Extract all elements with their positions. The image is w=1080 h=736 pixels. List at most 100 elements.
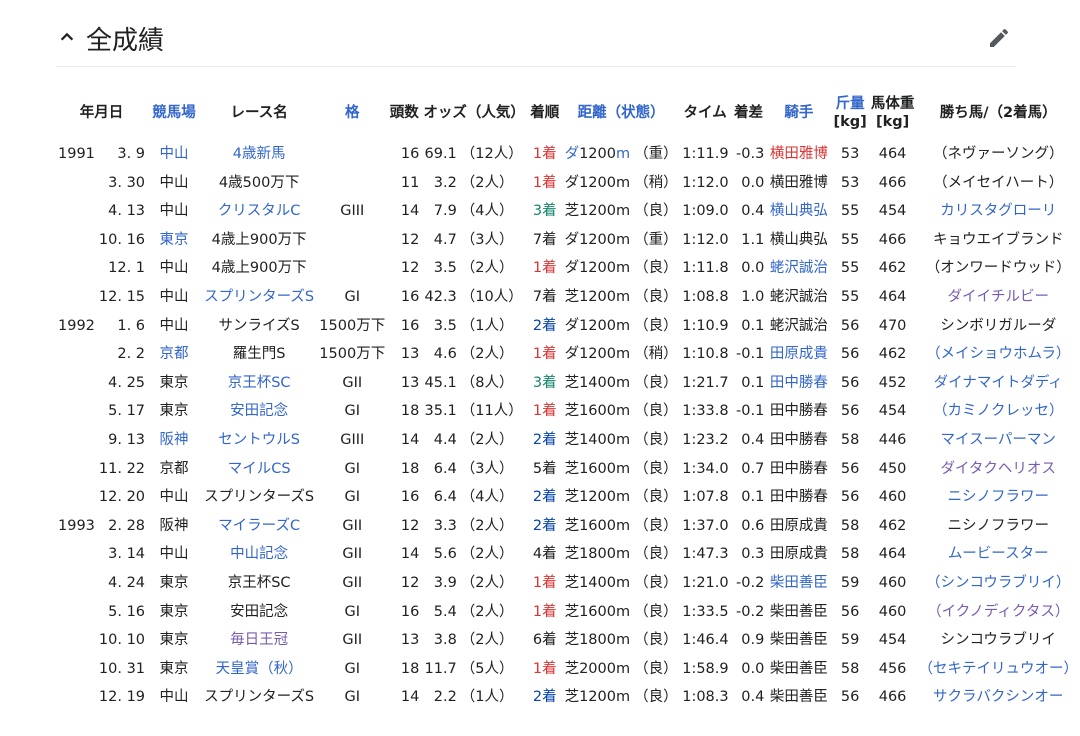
condition-link[interactable]: （状態）	[607, 105, 665, 121]
cell-winner[interactable]: （イクノディクタス）	[916, 598, 1080, 627]
cell-winner[interactable]: サクラバクシンオー	[916, 683, 1080, 712]
cell-popularity: （2人）	[460, 546, 514, 563]
cell-margin: 0.1	[741, 374, 765, 391]
distance-value: 1200	[579, 174, 616, 191]
cell-finish: 1着	[532, 660, 557, 677]
cell-body-weight: 470	[878, 317, 907, 334]
cell-winner[interactable]: カリスタグローリ	[916, 197, 1080, 226]
cell-winner[interactable]: ダイタクヘリオス	[916, 455, 1080, 484]
distance-link[interactable]: 距離	[578, 105, 607, 121]
pencil-icon[interactable]	[987, 26, 1011, 50]
cell-distance: 芝1200m	[563, 483, 633, 512]
table-row: 12. 20 中山 スプリンターズS GI 16 6.4 （4人） 2着 芝1200m （良） 1:…	[56, 483, 1080, 512]
cell-popularity: （12人）	[460, 146, 523, 162]
cell-popularity: （2人）	[460, 574, 514, 591]
cell-jockey[interactable]: 柴田善臣	[766, 569, 831, 598]
cell-date: 3. 9	[117, 146, 146, 162]
cell-jockey[interactable]: 蛯沢誠治	[766, 254, 831, 283]
cell-race[interactable]: セントウルS	[201, 426, 317, 455]
cell-race[interactable]: スプリンターズS	[201, 283, 317, 312]
cell-race[interactable]: マイルCS	[201, 455, 317, 484]
surface-label: 芝	[564, 403, 580, 420]
cell-grade: GIII	[340, 431, 365, 448]
cell-race[interactable]: 中山記念	[201, 540, 317, 569]
cell-winner[interactable]: ダイイチルビー	[916, 283, 1080, 312]
cell-time: 1:33.5	[682, 603, 729, 620]
cell-race: 京王杯SC	[227, 574, 291, 591]
cell-track[interactable]: 中山	[147, 140, 201, 169]
results-table: 年月日 競馬場 レース名 格 頭数 オッズ（人気） 着順 距離（状態） タイム …	[56, 86, 1080, 712]
cell-race[interactable]: 4歳新馬	[201, 140, 317, 169]
surface-label: 芝	[564, 288, 580, 305]
cell-date: 12. 15	[98, 288, 146, 305]
chevron-up-icon[interactable]	[58, 28, 76, 46]
cell-race[interactable]: 京王杯SC	[201, 369, 317, 398]
cell-field: 14	[400, 431, 420, 448]
cell-weight: 55	[840, 288, 860, 305]
weight-link[interactable]: 斤量	[836, 96, 865, 112]
cell-field: 13	[400, 346, 420, 363]
distance-value: 1200	[579, 317, 616, 334]
cell-race[interactable]: クリスタルC	[201, 197, 317, 226]
cell-year: 1992	[58, 317, 95, 334]
cell-winner[interactable]: （セキテイリュウオー）	[916, 655, 1080, 684]
cell-race[interactable]: 毎日王冠	[201, 626, 317, 655]
distance-unit: m	[615, 546, 631, 563]
cell-grade: GII	[342, 632, 363, 649]
cell-track: 東京	[159, 403, 189, 420]
distance-unit: m	[615, 346, 631, 363]
distance-unit: m	[615, 317, 631, 334]
table-row: 10. 31 東京 天皇賞（秋） GI 18 11.7 （5人） 1着 芝2000m （良） 1:5…	[56, 655, 1080, 684]
cell-track: 東京	[159, 374, 189, 391]
surface-label[interactable]: ダ	[565, 146, 580, 162]
cell-winner[interactable]: ムービースター	[916, 540, 1080, 569]
cell-winner[interactable]: ダイナマイトダディ	[916, 369, 1080, 398]
cell-finish: 3着	[532, 203, 557, 220]
cell-race[interactable]: 安田記念	[201, 397, 317, 426]
col-grade[interactable]: 格	[317, 86, 387, 140]
cell-jockey: 柴田善臣	[769, 632, 828, 649]
cell-winner[interactable]: （メイショウホムラ）	[916, 340, 1080, 369]
cell-distance: 芝1400m	[563, 426, 633, 455]
cell-odds: 35.1	[424, 403, 457, 420]
cell-winner[interactable]: マイスーパーマン	[916, 426, 1080, 455]
cell-grade: GI	[344, 489, 360, 506]
cell-winner: （ネヴァーソング）	[932, 146, 1064, 162]
cell-time: 1:23.2	[682, 431, 729, 448]
cell-weight: 58	[840, 660, 860, 677]
cell-weight: 56	[840, 346, 860, 363]
cell-body-weight: 462	[878, 346, 907, 363]
cell-race: 安田記念	[230, 603, 289, 620]
table-row: 4. 13 中山 クリスタルC GIII 14 7.9 （4人） 3着 芝1200m （良） 1:0…	[56, 197, 1080, 226]
col-track[interactable]: 競馬場	[147, 86, 201, 140]
cell-race: 羅生門S	[232, 346, 286, 363]
cell-jockey[interactable]: 田原成貴	[766, 340, 831, 369]
cell-track: 中山	[159, 489, 189, 506]
cell-weight: 59	[840, 574, 860, 591]
cell-winner[interactable]: （カミノクレッセ）	[916, 397, 1080, 426]
table-row: 4. 25 東京 京王杯SC GII 13 45.1 （8人） 3着 芝1400m （良） 1:21…	[56, 369, 1080, 398]
cell-grade: GI	[344, 288, 360, 305]
cell-race[interactable]: マイラーズC	[201, 512, 317, 541]
cell-jockey[interactable]: 横山典弘	[766, 197, 831, 226]
cell-race: スプリンターズS	[204, 489, 315, 506]
cell-finish: 2着	[532, 517, 557, 534]
cell-odds: 4.6	[433, 346, 457, 363]
section-header[interactable]: 全成績	[56, 14, 1016, 67]
cell-winner[interactable]: （シンコウラブリイ）	[916, 569, 1080, 598]
cell-track[interactable]: 阪神	[147, 426, 201, 455]
cell-weight: 53	[840, 174, 860, 191]
cell-field: 12	[400, 517, 420, 534]
distance-value: 1400	[579, 431, 616, 448]
cell-jockey[interactable]: 田中勝春	[766, 369, 831, 398]
col-jockey[interactable]: 騎手	[766, 86, 831, 140]
cell-winner[interactable]: ニシノフラワー	[916, 483, 1080, 512]
cell-jockey: 田中勝春	[769, 489, 828, 506]
cell-track[interactable]: 京都	[147, 340, 201, 369]
cell-race[interactable]: 天皇賞（秋）	[201, 655, 317, 684]
distance-value: 2000	[579, 660, 616, 677]
cell-track[interactable]: 東京	[147, 226, 201, 255]
distance-unit[interactable]: m	[616, 146, 630, 162]
distance-unit: m	[615, 174, 631, 191]
surface-label: 芝	[564, 517, 580, 534]
